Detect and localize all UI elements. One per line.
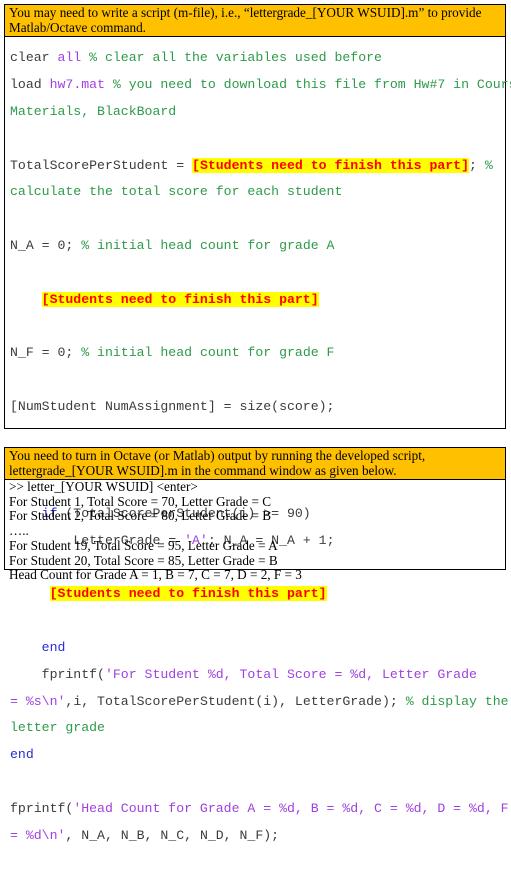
code-keyword: clear	[10, 50, 58, 66]
output-listing: >> letter_[YOUR WSUID] <enter> For Stude…	[5, 479, 505, 583]
code-line: TotalScorePerStudent = [Students need to…	[10, 157, 505, 173]
output-instructions-header: You need to turn in Octave (or Matlab) o…	[5, 448, 505, 480]
code-line: N_A = 0; % initial head count for grade …	[10, 239, 505, 252]
code-line: [Students need to finish this part]	[10, 586, 505, 602]
code-text: ;	[469, 157, 485, 173]
script-instructions-header: You may need to write a script (m-file),…	[5, 5, 505, 37]
code-text: [NumStudent NumAssignment] = size(score)…	[10, 398, 335, 414]
code-line: = %d\n', N_A, N_B, N_C, N_D, N_F);	[10, 827, 505, 843]
code-keyword: end	[41, 639, 66, 655]
code-line: end	[10, 641, 505, 654]
code-text: TotalScorePerStudent =	[10, 157, 193, 173]
code-text: , N_A, N_B, N_C, N_D, N_F);	[65, 827, 280, 843]
code-comment: % you need to download this file from Hw…	[112, 77, 511, 93]
code-text: ,i, TotalScorePerStudent(i), LetterGrade…	[65, 693, 406, 709]
output-line: For Student 20, Total Score = 85, Letter…	[9, 552, 278, 568]
todo-placeholder: [Students need to finish this part]	[41, 291, 319, 307]
output-ellipsis: …..	[9, 523, 29, 539]
code-line: end	[10, 748, 505, 761]
todo-placeholder: [Students need to finish this part]	[49, 586, 327, 602]
code-string: = %s\n'	[10, 693, 66, 709]
code-keyword: load	[10, 77, 50, 93]
code-text: N_A = 0;	[10, 237, 82, 253]
code-text: fprintf(	[10, 800, 74, 816]
output-command-line: >> letter_[YOUR WSUID] <enter>	[9, 479, 198, 494]
code-keyword: end	[10, 747, 34, 763]
code-string: 'Head Count for Grade A = %d, B = %d, C …	[73, 800, 509, 816]
code-comment: % initial head count for grade A	[81, 237, 335, 253]
output-box: You need to turn in Octave (or Matlab) o…	[4, 447, 506, 582]
code-comment: % initial head count for grade F	[81, 345, 335, 361]
code-line: letter grade	[10, 721, 505, 734]
output-line: For Student 2, Total Score = 80, Letter …	[9, 508, 272, 524]
code-arg: hw7.mat	[49, 77, 113, 93]
code-line: N_F = 0; % initial head count for grade …	[10, 346, 505, 359]
code-text: fprintf(	[41, 666, 105, 682]
code-arg: all	[57, 50, 90, 66]
code-line: calculate the total score for each stude…	[10, 185, 505, 198]
todo-placeholder: [Students need to finish this part]	[192, 157, 470, 173]
code-line: [NumStudent NumAssignment] = size(score)…	[10, 400, 505, 413]
code-string: = %d\n'	[10, 827, 66, 843]
code-line: Materials, BlackBoard	[10, 105, 505, 118]
code-comment: % clear all the variables used before	[89, 50, 382, 66]
output-head-count-line: Head Count for Grade A = 1, B = 7, C = 7…	[9, 567, 302, 583]
output-line: For Student 19, Total Score = 95, Letter…	[9, 537, 278, 553]
code-string: 'For Student %d, Total Score = %d, Lette…	[104, 666, 477, 682]
code-comment: Materials, BlackBoard	[10, 104, 177, 119]
code-line: fprintf('For Student %d, Total Score = %…	[10, 668, 505, 681]
output-line: For Student 1, Total Score = 70, Letter …	[9, 493, 272, 509]
code-comment: calculate the total score for each stude…	[10, 184, 343, 200]
code-comment: % display the	[405, 693, 509, 709]
code-line: = %s\n',i, TotalScorePerStudent(i), Lett…	[10, 693, 509, 709]
code-line: fprintf('Head Count for Grade A = %d, B …	[10, 800, 509, 816]
script-box: You may need to write a script (m-file),…	[4, 4, 511, 842]
code-line: clear all % clear all the variables used…	[10, 51, 505, 64]
code-line: load hw7.mat % you need to download this…	[10, 77, 511, 93]
code-text: N_F = 0;	[10, 345, 82, 361]
code-comment: %	[484, 157, 493, 173]
code-line: [Students need to finish this part]	[10, 291, 505, 307]
code-comment: letter grade	[10, 720, 105, 736]
